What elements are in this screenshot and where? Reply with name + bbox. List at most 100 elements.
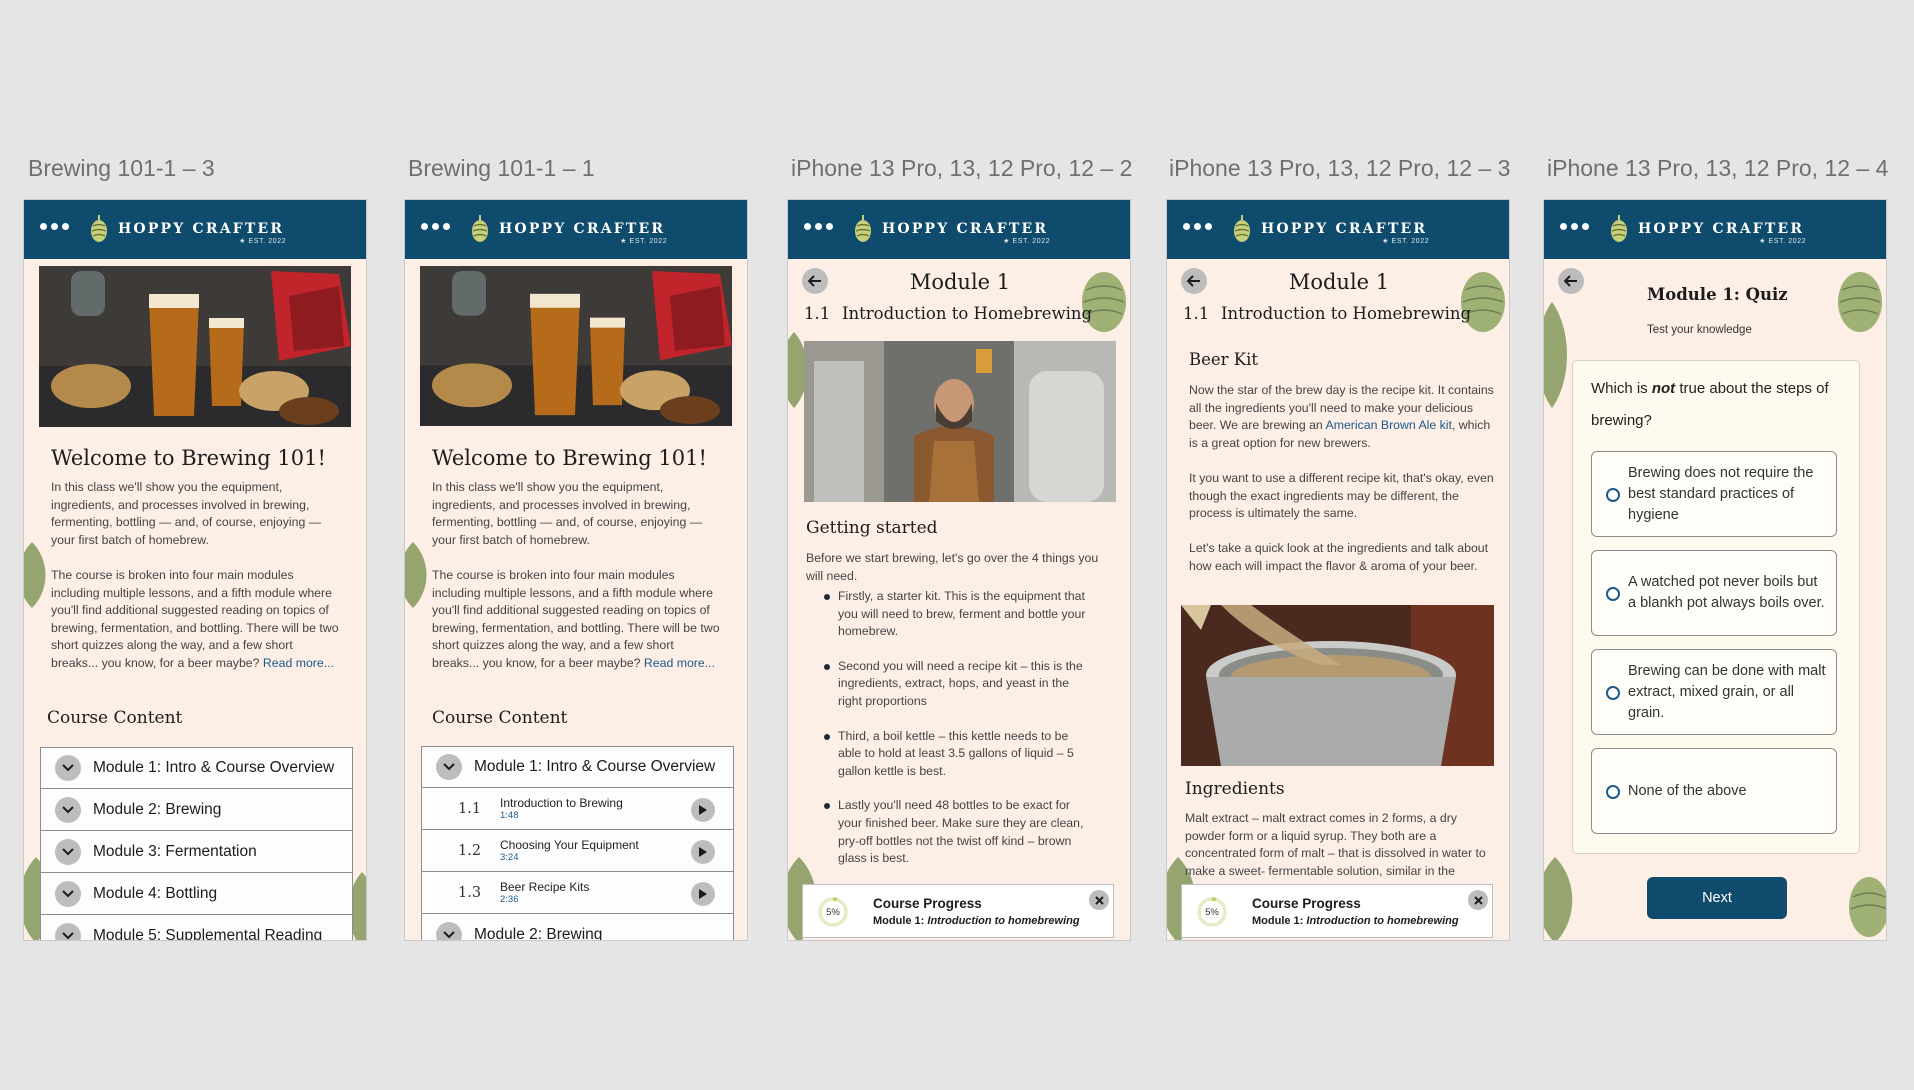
- answer-text: None of the above: [1628, 782, 1747, 799]
- answer-option[interactable]: None of the above: [1591, 748, 1837, 834]
- read-more-link[interactable]: Read more...: [263, 656, 334, 670]
- brand-logo: HOPPY CRAFTER ★ EST. 2022: [1608, 214, 1806, 245]
- module-row[interactable]: Module 1: Intro & Course Overview: [40, 747, 353, 789]
- module-row[interactable]: Module 4: Bottling: [40, 873, 353, 915]
- module-label: Module 1: Intro & Course Overview: [93, 759, 335, 776]
- progress-percent: 5%: [826, 907, 840, 918]
- lesson-number: 1.2: [458, 842, 482, 859]
- answer-text: A watched pot never boils but a blankh p…: [1628, 574, 1825, 611]
- lesson-duration: 3:24: [500, 852, 519, 863]
- beer-kit-heading: Beer Kit: [1189, 350, 1259, 369]
- hop-icon: [1611, 215, 1627, 242]
- ingredients-text: Malt extract – malt extract comes in 2 f…: [1185, 811, 1486, 878]
- lesson-row[interactable]: 1.2 Choosing Your Equipment 3:24: [421, 830, 734, 872]
- chevron-down-icon[interactable]: [55, 838, 81, 865]
- list-item: Second you will need a recipe kit – this…: [824, 658, 1094, 711]
- hop-leaf-decoration: [1544, 302, 1567, 408]
- beer-glasses-photo: [420, 266, 732, 426]
- app-header: HOPPY CRAFTER ★ EST. 2022: [788, 200, 1130, 259]
- list-item: Firstly, a starter kit. This is the equi…: [824, 588, 1094, 641]
- radio-button[interactable]: [1606, 686, 1620, 700]
- module-label: Module 3: Fermentation: [93, 842, 257, 860]
- lesson-title: Introduction to Homebrewing: [842, 304, 1093, 323]
- lesson-row[interactable]: 1.1 Introduction to Brewing 1:48: [421, 788, 734, 830]
- recipe-kit-link[interactable]: American Brown Ale kit: [1326, 418, 1452, 432]
- module-label: Module 2: Brewing: [474, 925, 603, 941]
- close-icon[interactable]: [1089, 890, 1109, 910]
- radio-button[interactable]: [1606, 587, 1620, 601]
- phone-screen-beer-kit: HOPPY CRAFTER ★ EST. 2022 Module 1 1.1 I…: [1166, 199, 1510, 941]
- answer-option[interactable]: Brewing can be done with malt extract, m…: [1591, 649, 1837, 735]
- module-accordion: Module 1: Intro & Course Overview Module…: [40, 747, 353, 941]
- brand-name: HOPPY CRAFTER: [882, 221, 1049, 237]
- menu-dots-icon[interactable]: [1183, 223, 1212, 230]
- welcome-heading: Welcome to Brewing 101!: [51, 446, 326, 470]
- hop-icon: [855, 215, 871, 242]
- brewer-photo: [804, 341, 1116, 502]
- module-label: Module 1: Intro & Course Overview: [474, 758, 716, 775]
- play-icon[interactable]: [691, 840, 715, 864]
- menu-dots-icon[interactable]: [1560, 223, 1589, 230]
- brand-tagline: ★ EST. 2022: [1382, 238, 1430, 245]
- course-content-heading: Course Content: [47, 708, 183, 728]
- lesson-duration: 1:48: [500, 810, 519, 821]
- module-label: Module 2: Brewing: [93, 800, 222, 818]
- module-row[interactable]: Module 2: Brewing: [40, 789, 353, 831]
- brand-name: HOPPY CRAFTER: [1261, 221, 1428, 237]
- back-arrow-icon[interactable]: [1558, 268, 1584, 294]
- menu-dots-icon[interactable]: [421, 223, 450, 230]
- read-more-link[interactable]: Read more...: [644, 656, 715, 670]
- lesson-number: 1.1: [804, 304, 831, 323]
- menu-dots-icon[interactable]: [40, 223, 69, 230]
- answer-text: Brewing does not require the best standa…: [1628, 464, 1814, 523]
- beer-kit-note: It you want to use a different recipe ki…: [1189, 471, 1494, 521]
- menu-dots-icon[interactable]: [804, 223, 833, 230]
- next-button[interactable]: Next: [1647, 877, 1787, 919]
- brand-logo: HOPPY CRAFTER ★ EST. 2022: [1231, 214, 1430, 245]
- play-icon[interactable]: [691, 882, 715, 906]
- radio-button[interactable]: [1606, 488, 1620, 502]
- progress-percent: 5%: [1205, 907, 1219, 918]
- hop-icon: [472, 215, 488, 242]
- getting-started-heading: Getting started: [806, 518, 938, 538]
- frame-title: iPhone 13 Pro, 13, 12 Pro, 12 – 3: [1169, 155, 1511, 181]
- phone-screen-quiz: HOPPY CRAFTER ★ EST. 2022 Module 1: Quiz…: [1543, 199, 1887, 941]
- chevron-down-icon[interactable]: [436, 921, 462, 940]
- course-content-heading: Course Content: [432, 708, 568, 728]
- module-row[interactable]: Module 3: Fermentation: [40, 831, 353, 873]
- hop-cone-decoration: [1849, 877, 1886, 937]
- quiz-card: Which is not true about the steps of bre…: [1572, 360, 1860, 854]
- welcome-intro: In this class we'll show you the equipme…: [432, 480, 702, 547]
- answer-option[interactable]: Brewing does not require the best standa…: [1591, 451, 1837, 537]
- radio-button[interactable]: [1606, 785, 1620, 799]
- quiz-subtitle: Test your knowledge: [1647, 324, 1752, 336]
- lesson-title: Introduction to Homebrewing: [1221, 304, 1472, 323]
- module-row-expanded[interactable]: Module 1: Intro & Course Overview: [421, 746, 734, 788]
- app-header: HOPPY CRAFTER ★ EST. 2022: [1544, 200, 1886, 259]
- beer-glasses-photo: [39, 266, 351, 427]
- getting-started-intro: Before we start brewing, let's go over t…: [806, 551, 1099, 583]
- answer-option[interactable]: A watched pot never boils but a blankh p…: [1591, 550, 1837, 636]
- brand-name: HOPPY CRAFTER: [499, 221, 666, 237]
- welcome-intro: In this class we'll show you the equipme…: [51, 480, 321, 547]
- module-title: Module 1: [1288, 270, 1390, 294]
- brand-tagline: ★ EST. 2022: [1003, 238, 1051, 245]
- brand-logo: HOPPY CRAFTER ★ EST. 2022: [469, 214, 667, 245]
- chevron-down-icon[interactable]: [55, 922, 81, 940]
- app-header: HOPPY CRAFTER ★ EST. 2022: [405, 200, 747, 259]
- chevron-down-icon[interactable]: [55, 880, 81, 907]
- module-row[interactable]: Module 2: Brewing: [421, 914, 734, 941]
- chevron-down-icon[interactable]: [55, 796, 81, 823]
- module-title: Module 1: [909, 270, 1011, 294]
- chevron-down-icon[interactable]: [436, 754, 462, 780]
- module-label: Module 5: Supplemental Reading: [93, 926, 323, 941]
- progress-title: Course Progress: [873, 896, 982, 911]
- module-row[interactable]: Module 5: Supplemental Reading: [40, 915, 353, 941]
- chevron-down-icon[interactable]: [55, 755, 81, 781]
- lesson-number: 1.3: [458, 884, 482, 901]
- close-icon[interactable]: [1468, 890, 1488, 910]
- play-icon[interactable]: [691, 798, 715, 822]
- lesson-row[interactable]: 1.3 Beer Recipe Kits 2:36: [421, 872, 734, 914]
- beer-kit-intro: Now the star of the brew day is the reci…: [1189, 383, 1494, 450]
- lesson-number: 1.1: [458, 800, 482, 817]
